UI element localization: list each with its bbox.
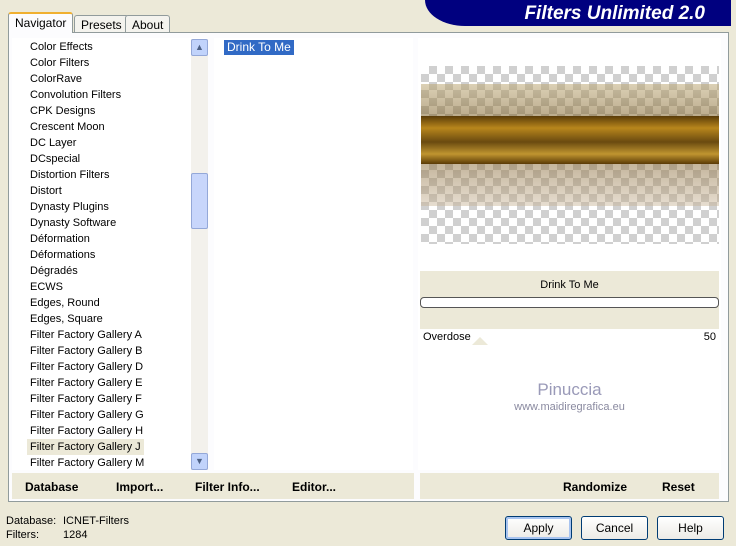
category-item[interactable]: Crescent Moon: [30, 119, 105, 135]
category-item[interactable]: Filter Factory Gallery G: [30, 407, 144, 423]
scroll-thumb[interactable]: [191, 173, 208, 229]
randomize-button[interactable]: Randomize: [563, 480, 627, 494]
category-item[interactable]: Filter Factory Gallery A: [30, 327, 142, 343]
category-item[interactable]: DC Layer: [30, 135, 76, 151]
editor-button[interactable]: Editor...: [292, 480, 336, 494]
category-item[interactable]: ECWS: [30, 279, 63, 295]
database-button[interactable]: Database: [25, 480, 78, 494]
preview-image: [421, 66, 719, 244]
cancel-button[interactable]: Cancel: [581, 516, 648, 540]
category-item[interactable]: Distortion Filters: [30, 167, 109, 183]
category-item[interactable]: Dynasty Plugins: [30, 199, 109, 215]
slider-thumb[interactable]: [472, 337, 488, 345]
filter-item-selected[interactable]: Drink To Me: [224, 40, 294, 55]
scroll-down-icon[interactable]: ▼: [191, 453, 208, 470]
tab-navigator[interactable]: Navigator: [8, 12, 74, 33]
status-database-value: ICNET-Filters: [63, 515, 129, 527]
category-item[interactable]: Edges, Round: [30, 295, 100, 311]
tab-about[interactable]: About: [125, 15, 171, 33]
left-toolbar: Database Import... Filter Info... Editor…: [12, 473, 414, 499]
slider-empty: [420, 437, 719, 453]
category-item[interactable]: Convolution Filters: [30, 87, 121, 103]
tab-presets[interactable]: Presets: [74, 15, 129, 33]
category-list[interactable]: Color Effects Color Filters ColorRave Convo…: [12, 38, 208, 470]
category-item[interactable]: Color Filters: [30, 55, 89, 71]
apply-button[interactable]: Apply: [505, 516, 572, 540]
category-item[interactable]: Filter Factory Gallery H: [30, 423, 143, 439]
slider-empty: [420, 365, 719, 381]
category-item[interactable]: Déformation: [30, 231, 90, 247]
right-toolbar: Randomize Reset: [420, 473, 719, 499]
reset-button[interactable]: Reset: [662, 480, 695, 494]
slider-empty: [420, 347, 719, 363]
status-filters-label: Filters:: [6, 529, 39, 541]
filter-info-button[interactable]: Filter Info...: [195, 480, 260, 494]
category-item[interactable]: Distort: [30, 183, 62, 199]
status-database-label: Database:: [6, 515, 57, 527]
category-item[interactable]: Filter Factory Gallery M: [30, 455, 144, 471]
status-filters-value: 1284: [63, 529, 88, 541]
category-item[interactable]: Filter Factory Gallery E: [30, 375, 142, 391]
watermark-name: Pinuccia: [537, 380, 602, 399]
slider-label: Overdose: [423, 331, 471, 343]
import-button[interactable]: Import...: [116, 480, 163, 494]
category-scrollbar[interactable]: ▲ ▼: [191, 39, 208, 470]
progress-bar: [420, 297, 719, 308]
category-item[interactable]: CPK Designs: [30, 103, 95, 119]
help-button[interactable]: Help: [657, 516, 724, 540]
category-item[interactable]: ColorRave: [30, 71, 82, 87]
category-item[interactable]: Edges, Square: [30, 311, 103, 327]
slider-empty: [420, 455, 719, 469]
watermark-url: www.maidiregrafica.eu: [514, 401, 625, 413]
filter-list[interactable]: Drink To Me: [214, 38, 413, 470]
slider-overdose[interactable]: Overdose 50: [420, 329, 719, 345]
category-item[interactable]: Filter Factory Gallery D: [30, 359, 143, 375]
category-item[interactable]: Dégradés: [30, 263, 78, 279]
slider-value: 50: [703, 331, 716, 343]
scroll-up-icon[interactable]: ▲: [191, 39, 208, 56]
preview-filter-name: Drink To Me: [540, 279, 599, 291]
category-item[interactable]: Dynasty Software: [30, 215, 116, 231]
app-banner: Filters Unlimited 2.0: [425, 0, 731, 26]
slider-empty: [420, 419, 719, 435]
category-item[interactable]: Filter Factory Gallery B: [30, 343, 142, 359]
app-title: Filters Unlimited 2.0: [524, 3, 705, 24]
category-item[interactable]: DCspecial: [30, 151, 80, 167]
category-item[interactable]: Filter Factory Gallery F: [30, 391, 142, 407]
category-item[interactable]: Filter Factory Gallery J: [27, 439, 144, 455]
category-item[interactable]: Color Effects: [30, 39, 93, 55]
category-item[interactable]: Déformations: [30, 247, 95, 263]
